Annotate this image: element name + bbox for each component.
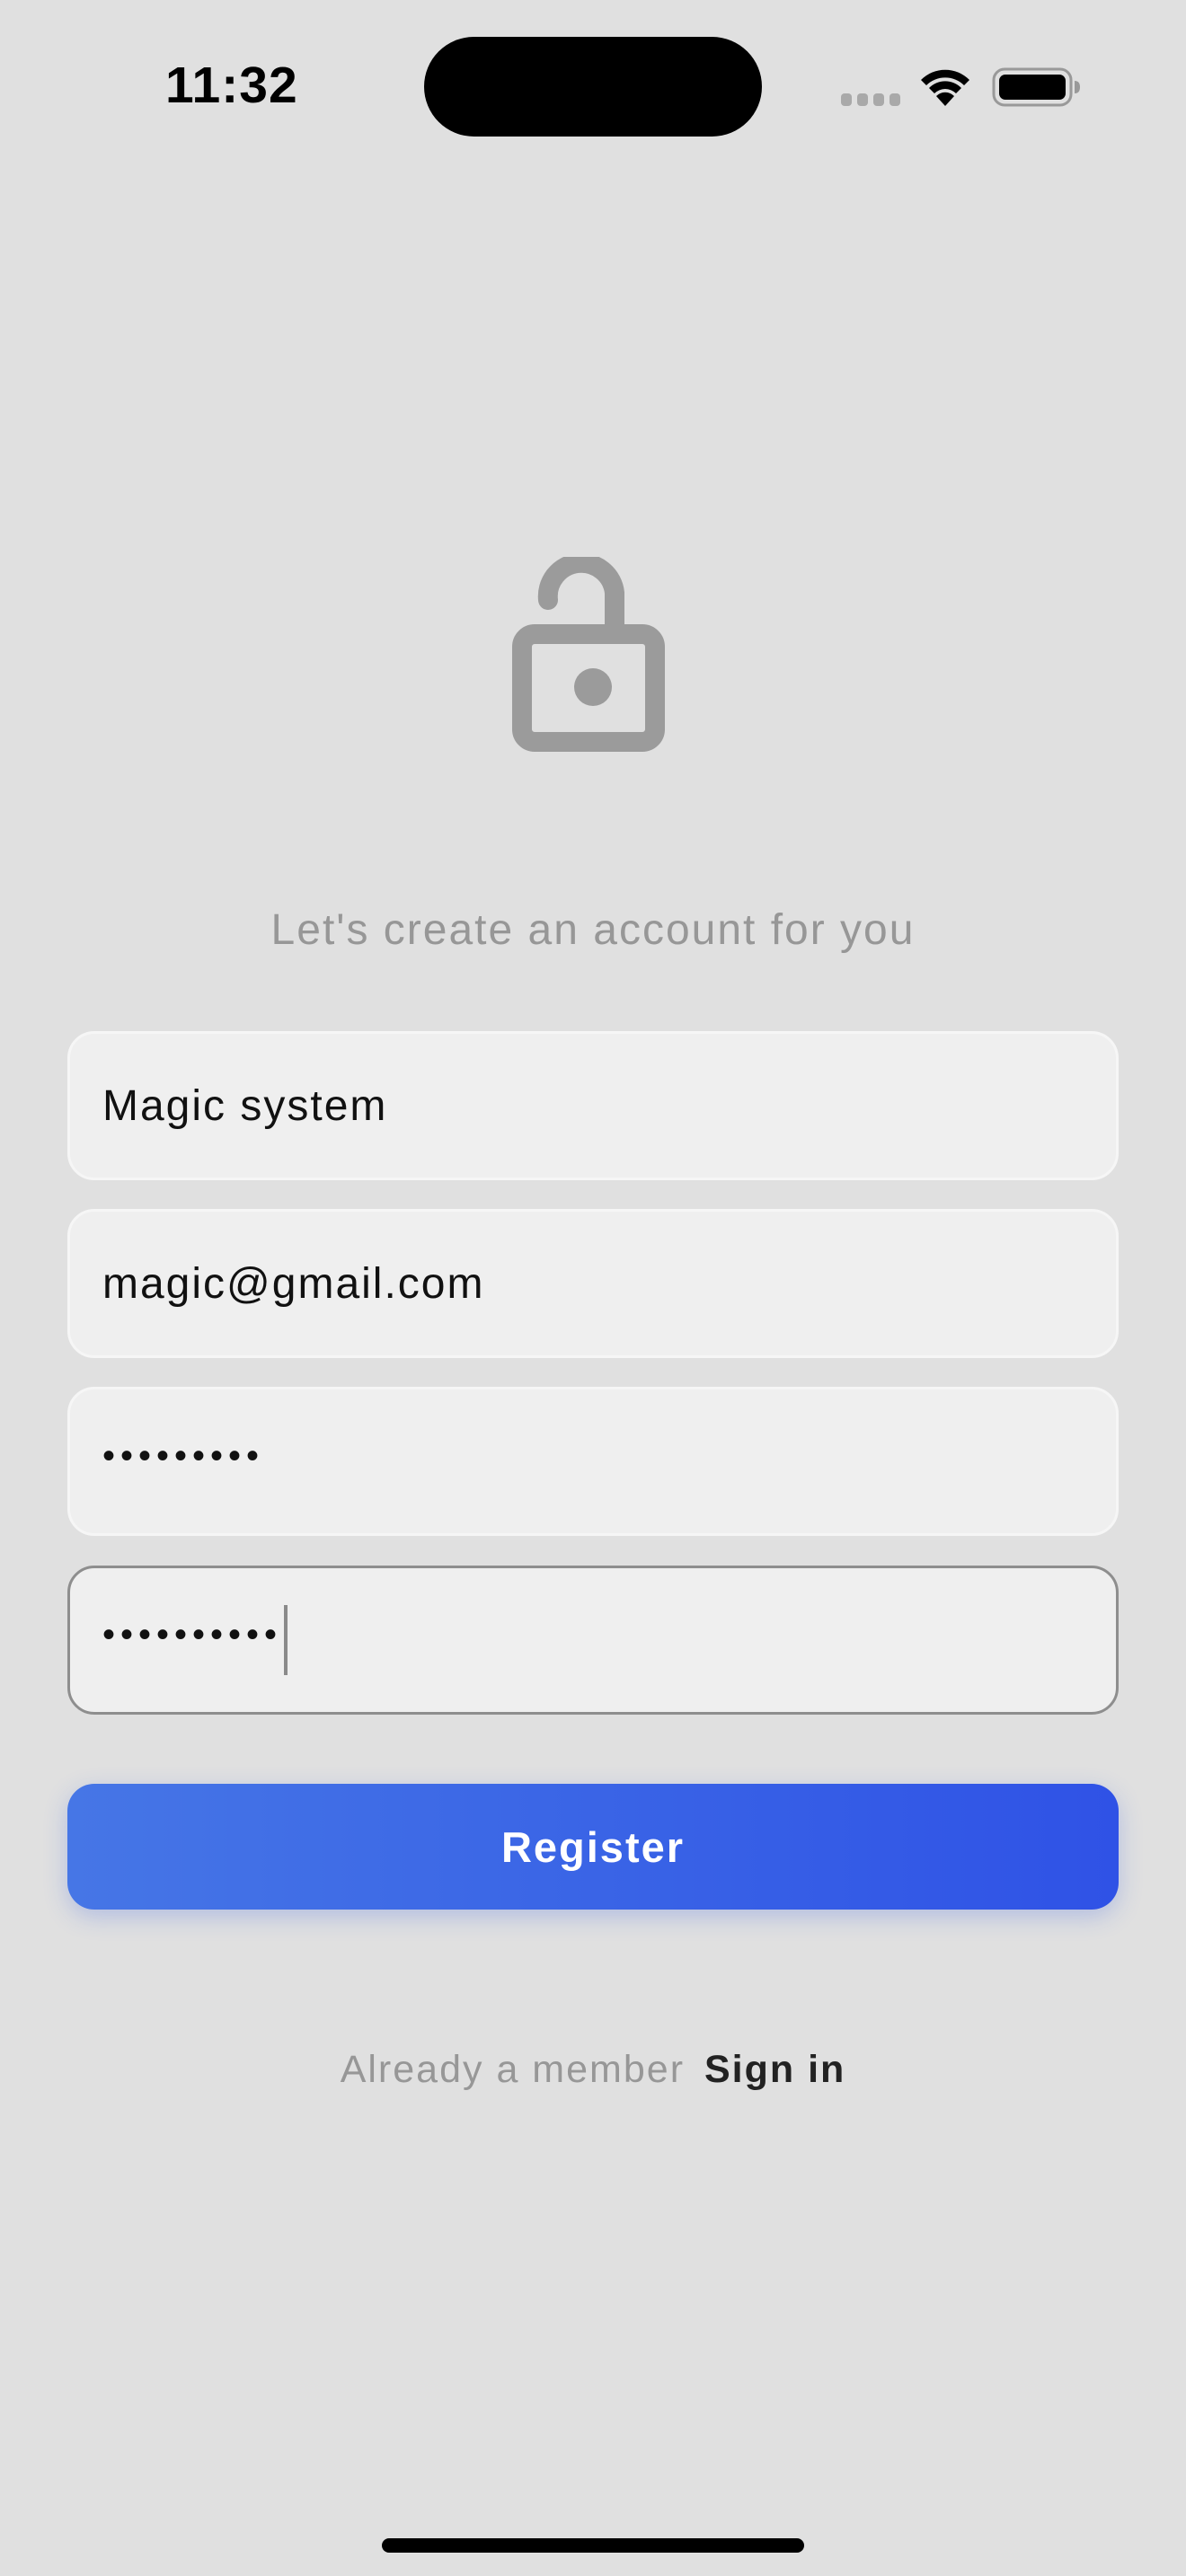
register-button-label: Register [500,1822,686,1871]
password-field[interactable]: ••••••••• [67,1387,1119,1536]
username-field[interactable]: Magic system [67,1031,1119,1180]
register-button[interactable]: Register [67,1784,1119,1910]
signin-prompt: Already a member [340,2048,686,2091]
confirm-password-value: •••••••••• [102,1615,283,1654]
signin-row: Already a member Sign in [0,2048,1186,2092]
text-cursor [284,1605,288,1675]
password-value: ••••••••• [102,1436,265,1476]
dynamic-island [424,37,762,137]
status-time: 11:32 [165,57,298,114]
confirm-password-field[interactable]: •••••••••• [67,1566,1119,1715]
username-value: Magic system [102,1081,388,1130]
cellular-signal-icon [841,93,900,106]
page-subtitle: Let's create an account for you [270,906,916,954]
register-screen: 11:32 Let's create an account for you Ma… [0,0,1186,2576]
home-indicator[interactable] [382,2538,804,2553]
signin-link[interactable]: Sign in [704,2048,845,2091]
email-value: magic@gmail.com [102,1259,485,1308]
unlocked-padlock-icon [512,557,665,752]
wifi-icon [921,69,969,106]
battery-icon [992,67,1080,107]
email-field[interactable]: magic@gmail.com [67,1209,1119,1358]
